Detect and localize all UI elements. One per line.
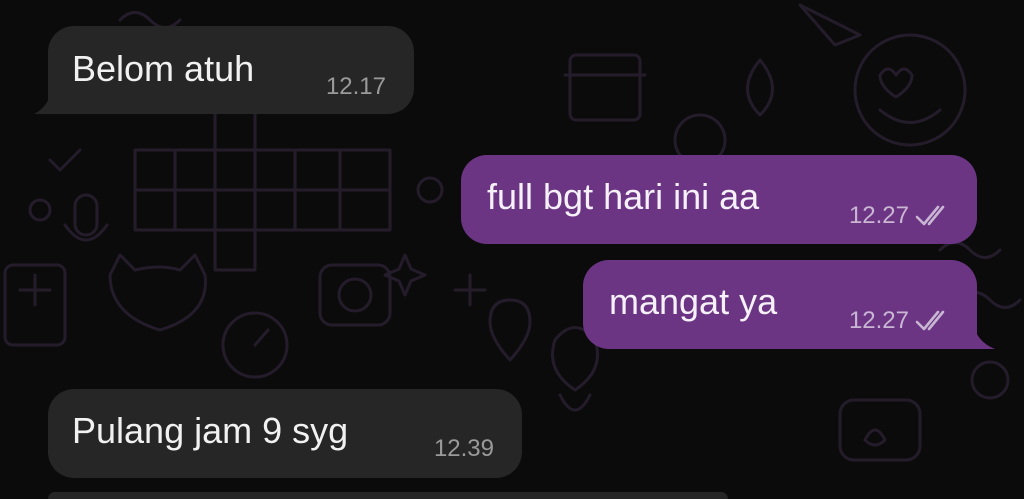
message-text: Pulang jam 9 syg: [72, 410, 349, 451]
double-check-icon: [915, 310, 945, 331]
message-time: 12.27: [848, 307, 909, 334]
message-timestamp: 12.17: [326, 74, 386, 100]
message-bubble-incoming[interactable]: Belom atuh 12.17: [48, 26, 414, 114]
message-text: mangat ya: [609, 281, 778, 322]
bubble-tail-outgoing: [955, 321, 995, 349]
message-text: Belom atuh: [72, 48, 255, 89]
message-bubble-outgoing[interactable]: mangat ya 12.27: [583, 260, 977, 349]
double-check-icon: [915, 205, 945, 226]
chat-thread: Belom atuh 12.17 full bgt hari ini aa 12…: [0, 0, 1024, 499]
message-time: 12.27: [848, 202, 909, 229]
message-timestamp: 12.27: [849, 203, 951, 229]
message-time: 12.39: [433, 435, 494, 462]
message-timestamp: 12.27: [849, 308, 951, 334]
message-timestamp: 12.39: [434, 436, 494, 462]
message-bubble-incoming[interactable]: Pulang jam 9 syg 12.39: [48, 389, 522, 478]
message-text: full bgt hari ini aa: [487, 176, 760, 217]
bubble-tail-incoming: [34, 86, 70, 114]
message-bubble-incoming-partial[interactable]: [48, 492, 728, 499]
message-bubble-outgoing[interactable]: full bgt hari ini aa 12.27: [461, 155, 977, 244]
message-time: 12.17: [325, 73, 386, 100]
